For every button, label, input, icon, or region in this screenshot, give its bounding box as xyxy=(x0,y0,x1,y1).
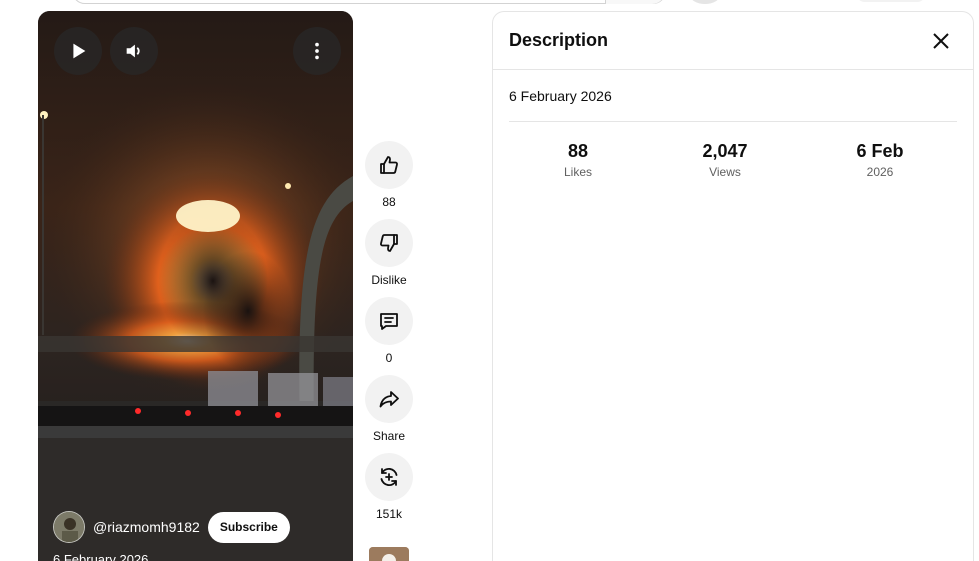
stat-label: Views xyxy=(709,165,741,179)
video-date-overlay: 6 February 2026 xyxy=(53,552,149,561)
dislike-label: Dislike xyxy=(371,273,407,287)
play-button[interactable] xyxy=(54,27,102,75)
sound-thumbnail[interactable] xyxy=(369,547,409,561)
stat-label: 2026 xyxy=(866,165,894,179)
comment-count: 0 xyxy=(385,351,393,365)
top-icon-button[interactable] xyxy=(690,0,720,4)
top-pill-button[interactable] xyxy=(856,0,926,2)
close-button[interactable] xyxy=(929,29,953,53)
description-panel: Description 6 February 2026 88 Likes 2,0… xyxy=(492,11,974,561)
search-button[interactable] xyxy=(605,0,665,4)
stat-value: 6 Feb xyxy=(856,141,904,161)
close-icon xyxy=(933,33,949,49)
subscribe-button[interactable]: Subscribe xyxy=(207,511,290,543)
dislike-icon xyxy=(380,234,398,252)
like-button[interactable] xyxy=(365,141,413,189)
remix-button[interactable] xyxy=(365,453,413,501)
stat-value: 88 xyxy=(567,141,589,161)
stat-views: 2,047 Views xyxy=(665,140,785,179)
share-icon xyxy=(379,391,399,408)
like-icon xyxy=(380,156,398,174)
comments-button[interactable] xyxy=(365,297,413,345)
share-button[interactable] xyxy=(365,375,413,423)
more-options-button[interactable] xyxy=(293,27,341,75)
volume-icon xyxy=(126,44,140,58)
divider xyxy=(509,121,957,122)
remix-action: 151k xyxy=(365,453,413,521)
channel-handle[interactable]: @riazmomh9182 xyxy=(93,519,200,535)
stat-label: Likes xyxy=(563,165,592,179)
description-date: 6 February 2026 xyxy=(509,88,612,104)
like-count: 88 xyxy=(382,195,396,209)
video-frame xyxy=(38,11,353,561)
stat-value: 2,047 xyxy=(702,141,748,161)
search-bar[interactable] xyxy=(72,0,666,4)
shorts-player[interactable]: @riazmomh9182 Subscribe 6 February 2026 xyxy=(38,11,353,561)
remix-icon xyxy=(380,467,398,487)
stat-likes: 88 Likes xyxy=(518,140,638,179)
more-vert-icon xyxy=(315,42,319,60)
dislike-action: Dislike xyxy=(365,219,413,287)
description-title: Description xyxy=(509,30,609,50)
volume-button[interactable] xyxy=(110,27,158,75)
channel-avatar[interactable] xyxy=(53,511,85,543)
share-label: Share xyxy=(372,429,406,443)
description-stats: 88 Likes 2,047 Views 6 Feb 2026 xyxy=(509,140,957,186)
comment-action: 0 xyxy=(365,297,413,365)
channel-row: @riazmomh9182 Subscribe xyxy=(53,511,290,543)
comment-icon xyxy=(380,313,398,330)
stat-date: 6 Feb 2026 xyxy=(820,140,940,179)
share-action: Share xyxy=(365,375,413,443)
play-icon xyxy=(73,43,86,59)
description-header: Description xyxy=(493,12,973,70)
dislike-button[interactable] xyxy=(365,219,413,267)
like-action: 88 xyxy=(365,141,413,209)
remix-count: 151k xyxy=(375,507,403,521)
